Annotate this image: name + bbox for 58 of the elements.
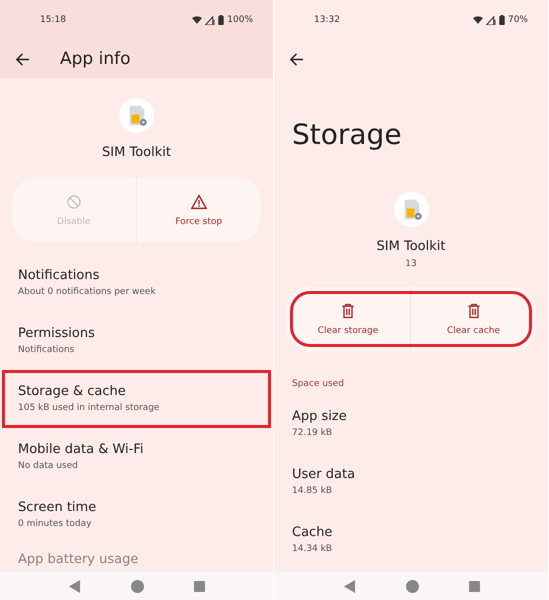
item-title: App size — [292, 409, 348, 424]
item-title: Notifications — [18, 268, 100, 283]
item-title: Cache — [292, 525, 334, 540]
sim-card-icon — [119, 98, 154, 133]
signal-icon — [205, 16, 216, 24]
item-title: App battery usage — [18, 552, 140, 567]
list-item[interactable]: App size 72.19 kB — [274, 395, 548, 453]
back-icon[interactable] — [342, 580, 356, 592]
status-time: 13:32 — [314, 15, 340, 25]
action-button[interactable]: Clear storage — [286, 287, 411, 351]
trash-icon — [466, 302, 482, 318]
action-button[interactable]: Clear cache — [411, 287, 536, 351]
battery-icon — [498, 15, 505, 25]
wifi-icon — [472, 16, 483, 24]
item-subtitle: 105 kB used in internal storage — [18, 403, 160, 413]
list-item[interactable]: Screen time 0 minutes today — [0, 486, 273, 544]
home-icon[interactable] — [131, 580, 144, 592]
battery-level: 70% — [508, 15, 528, 25]
item-title: Screen time — [18, 500, 98, 515]
back-arrow-icon[interactable] — [15, 52, 30, 66]
status-time: 15:18 — [40, 15, 66, 25]
app-version: 13 — [405, 259, 417, 269]
sim-card-icon — [394, 192, 428, 227]
back-arrow-icon[interactable] — [289, 52, 304, 66]
battery-level: 100% — [227, 15, 253, 25]
list-item[interactable]: Storage & cache 105 kB used in internal storage — [2, 370, 271, 428]
item-title: Mobile data & Wi-Fi — [18, 442, 144, 457]
warning-icon — [190, 194, 207, 210]
list-item[interactable]: Mobile data & Wi-Fi No data used — [0, 428, 273, 486]
item-title: User data — [292, 467, 356, 482]
blocked-icon — [66, 194, 82, 210]
item-title: Storage & cache — [18, 384, 127, 399]
action-button[interactable]: Force stop — [136, 178, 261, 242]
section-header: Space used — [291, 378, 345, 389]
item-subtitle: 14.34 kB — [292, 544, 334, 554]
app-name: SIM Toolkit — [376, 239, 446, 254]
item-subtitle: 0 minutes today — [18, 519, 92, 529]
signal-icon — [486, 16, 496, 24]
list-item[interactable]: Cache 14.34 kB — [274, 511, 548, 569]
item-subtitle: 14.85 kB — [292, 486, 334, 496]
battery-icon — [218, 15, 224, 25]
item-subtitle: 72.19 kB — [292, 428, 334, 438]
recents-icon[interactable] — [194, 580, 205, 592]
item-subtitle: No data used — [18, 461, 79, 471]
item-subtitle: Notifications — [18, 345, 76, 355]
trash-icon — [340, 302, 356, 318]
app-name: SIM Toolkit — [102, 145, 171, 160]
item-subtitle: About 0 notifications per week — [18, 287, 157, 297]
app-bar-title: App info — [60, 49, 130, 69]
recents-icon[interactable] — [468, 580, 480, 592]
list-item[interactable]: Permissions Notifications — [0, 312, 273, 370]
list-item[interactable]: Notifications About 0 notifications per week — [0, 254, 273, 312]
item-title: Permissions — [18, 326, 96, 341]
page-title: Storage — [291, 117, 403, 153]
home-icon[interactable] — [406, 580, 418, 592]
list-item[interactable]: User data 14.85 kB — [274, 453, 548, 511]
back-icon[interactable] — [68, 580, 81, 592]
wifi-icon — [192, 16, 202, 24]
